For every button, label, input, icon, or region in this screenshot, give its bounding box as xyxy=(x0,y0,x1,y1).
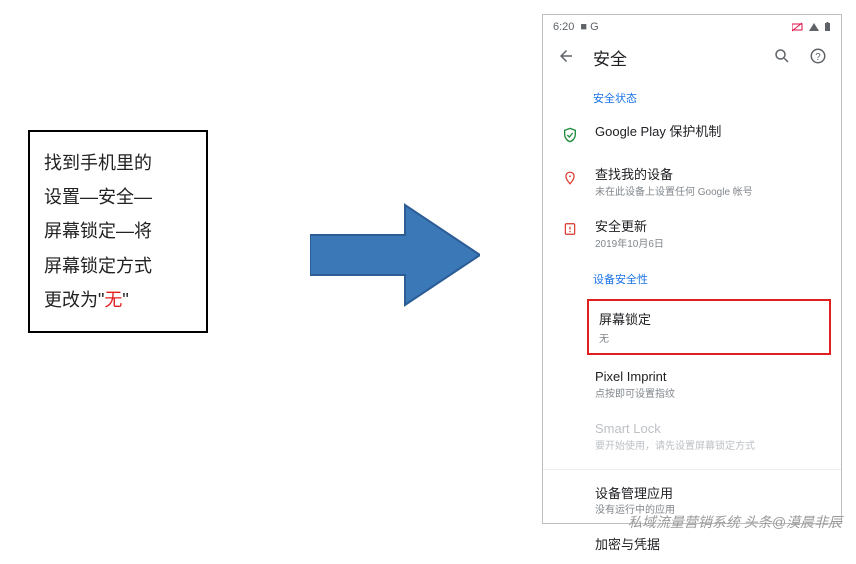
instruction-text: 屏幕锁定—将 xyxy=(44,221,152,241)
row-title: 安全更新 xyxy=(595,219,827,236)
row-sub: 未在此设备上设置任何 Google 帐号 xyxy=(595,186,827,199)
row-title: 设备管理应用 xyxy=(595,486,827,503)
row-pixel-imprint[interactable]: Pixel Imprint 点按即可设置指纹 xyxy=(543,359,841,411)
section-header-device: 设备安全性 xyxy=(543,261,841,295)
instruction-text: 设置—安全— xyxy=(44,187,152,207)
section-header-status: 安全状态 xyxy=(543,80,841,114)
status-right-icons xyxy=(792,22,831,32)
row-title: 屏幕锁定 xyxy=(599,309,819,328)
instruction-text: 找到手机里的 xyxy=(44,153,152,173)
status-time: 6:20 xyxy=(553,21,574,33)
search-icon[interactable] xyxy=(773,47,791,68)
shield-check-icon xyxy=(562,126,578,147)
instruction-text: " xyxy=(122,290,128,310)
back-icon[interactable] xyxy=(557,47,575,68)
location-alert-icon xyxy=(563,169,577,190)
row-play-protect[interactable]: Google Play 保护机制 xyxy=(543,114,841,157)
page-title: 安全 xyxy=(593,45,755,70)
row-security-update[interactable]: 安全更新 2019年10月6日 xyxy=(543,209,841,261)
divider xyxy=(543,469,841,470)
status-bar: 6:20 ■ G xyxy=(543,15,841,35)
instruction-text: 屏幕锁定方式 xyxy=(44,256,152,276)
row-sub: 2019年10月6日 xyxy=(595,238,827,251)
row-sub: 无 xyxy=(599,330,819,345)
watermark-text: 私域流量营销系统 头条@漠晨非辰 xyxy=(628,512,842,532)
status-left-icons: ■ G xyxy=(580,21,598,33)
row-sub: 要开始使用，请先设置屏幕锁定方式 xyxy=(595,440,827,453)
row-title: 加密与凭据 xyxy=(595,537,827,554)
row-title: Pixel Imprint xyxy=(595,369,827,386)
row-title: Smart Lock xyxy=(595,421,827,438)
row-find-device[interactable]: 查找我的设备 未在此设备上设置任何 Google 帐号 xyxy=(543,157,841,209)
update-alert-icon xyxy=(563,221,577,240)
row-title: 查找我的设备 xyxy=(595,167,827,184)
row-sub: 点按即可设置指纹 xyxy=(595,388,827,401)
phone-screenshot: 6:20 ■ G 安全 ? 安全状态 Google Play 保护机制 xyxy=(542,14,842,524)
app-bar: 安全 ? xyxy=(543,35,841,80)
instruction-box: 找到手机里的 设置—安全— 屏幕锁定—将 屏幕锁定方式 更改为"无" xyxy=(28,130,208,333)
row-title: Google Play 保护机制 xyxy=(595,124,827,141)
arrow-icon xyxy=(310,200,480,310)
row-smart-lock: Smart Lock 要开始使用，请先设置屏幕锁定方式 xyxy=(543,411,841,463)
help-icon[interactable]: ? xyxy=(809,47,827,68)
instruction-text: 更改为" xyxy=(44,290,104,310)
row-screen-lock-highlight[interactable]: 屏幕锁定 无 xyxy=(587,299,831,355)
row-encryption[interactable]: 加密与凭据 xyxy=(543,527,841,564)
instruction-highlight: 无 xyxy=(104,290,122,310)
svg-text:?: ? xyxy=(815,52,821,63)
